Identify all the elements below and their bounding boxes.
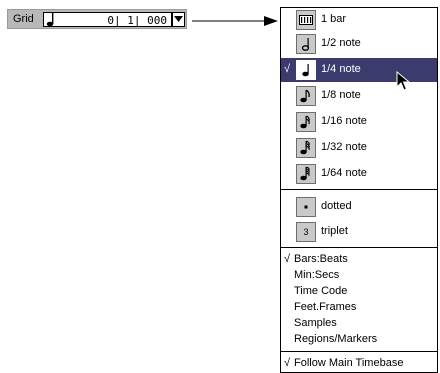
menu-item-half-note[interactable]: 1/2 note [281, 32, 437, 56]
grid-value: 0| 1| 000 [107, 14, 167, 27]
menu-item-follow-main-timebase[interactable]: √ Follow Main Timebase [281, 356, 437, 372]
menu-item-label: 1/16 note [321, 115, 367, 127]
menu-item-thirty-second-note[interactable]: 1/32 note [281, 136, 437, 160]
menu-item-dotted[interactable]: dotted [281, 195, 437, 219]
menu-item-regions-markers[interactable]: Regions/Markers [281, 332, 437, 348]
grid-value-field[interactable]: 0| 1| 000 [43, 12, 172, 27]
menu-item-label: 1/4 note [321, 63, 361, 75]
menu-item-label: 1 bar [321, 13, 347, 25]
bar-icon [296, 10, 316, 30]
menu-item-label: 1/64 note [321, 167, 367, 179]
triplet-icon: 3 [296, 222, 316, 242]
menu-item-quarter-note[interactable]: √ 1/4 note [281, 58, 437, 82]
half-note-icon [296, 34, 316, 54]
sixteenth-note-icon [296, 112, 316, 132]
menu-item-label: Time Code [294, 285, 348, 297]
quarter-note-icon [296, 60, 316, 80]
menu-item-label: Min:Secs [294, 269, 340, 281]
menu-item-samples[interactable]: Samples [281, 316, 437, 332]
grid-label: Grid [13, 13, 34, 25]
menu-item-1-bar[interactable]: 1 bar [281, 8, 437, 32]
dot-icon [296, 197, 316, 217]
eighth-note-icon [296, 86, 316, 106]
menu-item-label: 1/8 note [321, 89, 361, 101]
menu-item-label: dotted [321, 200, 352, 212]
sixty-fourth-note-icon [296, 164, 316, 184]
thirty-second-note-icon [296, 138, 316, 158]
menu-item-label: 1/2 note [321, 37, 361, 49]
menu-item-label: Follow Main Timebase [294, 357, 404, 369]
menu-item-bars-beats[interactable]: √ Bars:Beats [281, 252, 437, 268]
menu-item-label: Samples [294, 317, 337, 329]
menu-separator [281, 189, 437, 190]
menu-item-label: Regions/Markers [294, 333, 378, 345]
check-mark-icon: √ [284, 253, 291, 265]
menu-item-time-code[interactable]: Time Code [281, 284, 437, 300]
menu-item-triplet[interactable]: 3 triplet [281, 220, 437, 244]
mouse-pointer-icon [396, 71, 411, 91]
menu-item-sixteenth-note[interactable]: 1/16 note [281, 110, 437, 134]
arrow-indicator [192, 16, 278, 26]
menu-separator [281, 247, 437, 248]
menu-item-eighth-note[interactable]: 1/8 note [281, 84, 437, 108]
menu-item-label: Bars:Beats [294, 253, 348, 265]
check-mark-icon: √ [284, 357, 291, 369]
triplet-icon-label: 3 [303, 227, 309, 237]
grid-popup-menu: 1 bar 1/2 note √ 1/4 note 1/8 note 1/16 … [280, 7, 438, 373]
quarter-note-icon [46, 12, 55, 31]
grid-control[interactable]: Grid 0| 1| 000 [7, 9, 187, 29]
triangle-down-icon [174, 16, 183, 22]
check-mark-icon: √ [284, 63, 291, 75]
menu-item-label: Feet.Frames [294, 301, 357, 313]
grid-dropdown-button[interactable] [172, 12, 185, 27]
menu-item-label: triplet [321, 225, 348, 237]
menu-item-label: 1/32 note [321, 141, 367, 153]
menu-item-min-secs[interactable]: Min:Secs [281, 268, 437, 284]
menu-separator [281, 351, 437, 352]
menu-item-feet-frames[interactable]: Feet.Frames [281, 300, 437, 316]
menu-item-sixty-fourth-note[interactable]: 1/64 note [281, 162, 437, 186]
